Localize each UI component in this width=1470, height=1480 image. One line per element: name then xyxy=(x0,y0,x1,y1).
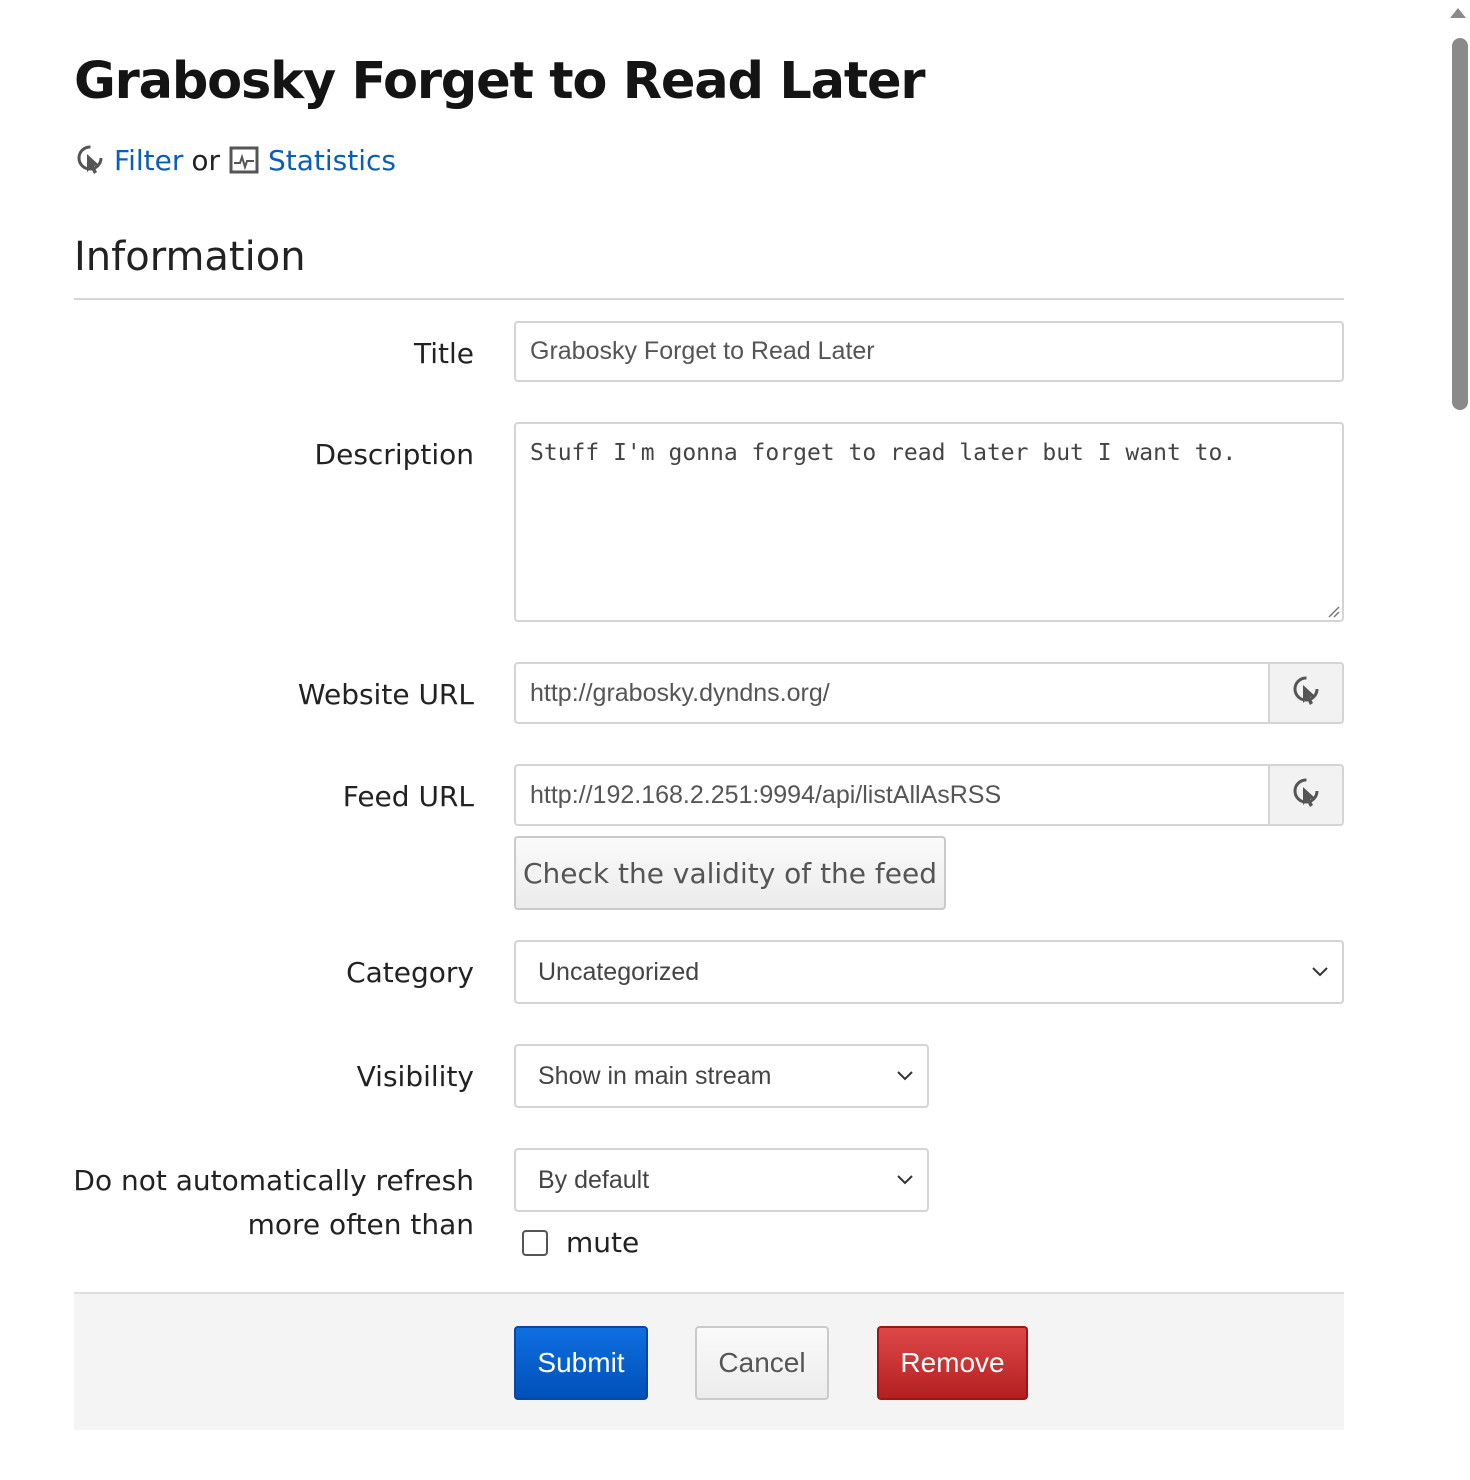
scroll-up-arrow-icon[interactable] xyxy=(1450,8,1466,18)
title-value: Grabosky Forget to Read Later xyxy=(530,337,875,365)
chevron-down-icon xyxy=(1312,967,1328,977)
link-cursor-icon xyxy=(1290,675,1322,711)
refresh-label-line2: more often than xyxy=(247,1208,474,1241)
refresh-label-line1: Do not automatically refresh xyxy=(73,1164,474,1197)
website-url-input[interactable]: http://grabosky.dyndns.org/ xyxy=(514,662,1344,724)
title-input[interactable]: Grabosky Forget to Read Later xyxy=(514,321,1344,382)
link-cursor-icon xyxy=(74,144,106,176)
or-text: or xyxy=(191,143,220,177)
title-label: Title xyxy=(413,337,474,370)
chart-icon xyxy=(228,144,260,176)
description-label: Description xyxy=(314,438,474,471)
category-select[interactable]: Uncategorized xyxy=(514,940,1344,1004)
refresh-selected: By default xyxy=(538,1165,650,1194)
feed-url-value: http://192.168.2.251:9994/api/listAllAsR… xyxy=(530,780,1002,809)
open-feed-button[interactable] xyxy=(1268,766,1342,824)
description-value: Stuff I'm gonna forget to read later but… xyxy=(530,440,1237,466)
website-url-label: Website URL xyxy=(297,678,474,711)
chevron-down-icon xyxy=(897,1175,913,1185)
page-title: Grabosky Forget to Read Later xyxy=(74,52,926,111)
filter-link[interactable]: Filter xyxy=(114,144,183,177)
header-links: Filter or Statistics xyxy=(74,140,396,180)
open-website-button[interactable] xyxy=(1268,664,1342,722)
form-actions: Submit Cancel Remove xyxy=(74,1292,1344,1430)
section-divider xyxy=(74,298,1344,300)
mute-label: mute xyxy=(566,1226,640,1259)
vertical-scrollbar[interactable] xyxy=(1448,0,1470,1480)
submit-button[interactable]: Submit xyxy=(514,1326,648,1400)
refresh-interval-select[interactable]: By default xyxy=(514,1148,929,1212)
description-textarea[interactable]: Stuff I'm gonna forget to read later but… xyxy=(514,422,1344,622)
category-label: Category xyxy=(346,956,474,989)
statistics-link[interactable]: Statistics xyxy=(268,144,396,177)
website-url-value: http://grabosky.dyndns.org/ xyxy=(530,678,830,707)
remove-button[interactable]: Remove xyxy=(877,1326,1028,1400)
category-selected: Uncategorized xyxy=(538,957,700,986)
check-feed-validity-button[interactable]: Check the validity of the feed xyxy=(514,836,946,910)
visibility-selected: Show in main stream xyxy=(538,1061,772,1090)
mute-option[interactable]: mute xyxy=(522,1226,639,1259)
mute-checkbox[interactable] xyxy=(522,1229,548,1256)
visibility-select[interactable]: Show in main stream xyxy=(514,1044,929,1108)
section-title: Information xyxy=(74,234,306,280)
link-cursor-icon xyxy=(1290,777,1322,813)
feed-url-label: Feed URL xyxy=(342,780,474,813)
cancel-button[interactable]: Cancel xyxy=(695,1326,829,1400)
feed-url-input[interactable]: http://192.168.2.251:9994/api/listAllAsR… xyxy=(514,764,1344,826)
resize-grip-icon[interactable] xyxy=(1326,604,1340,618)
scrollbar-thumb[interactable] xyxy=(1452,38,1468,410)
chevron-down-icon xyxy=(897,1071,913,1081)
visibility-label: Visibility xyxy=(356,1060,474,1093)
